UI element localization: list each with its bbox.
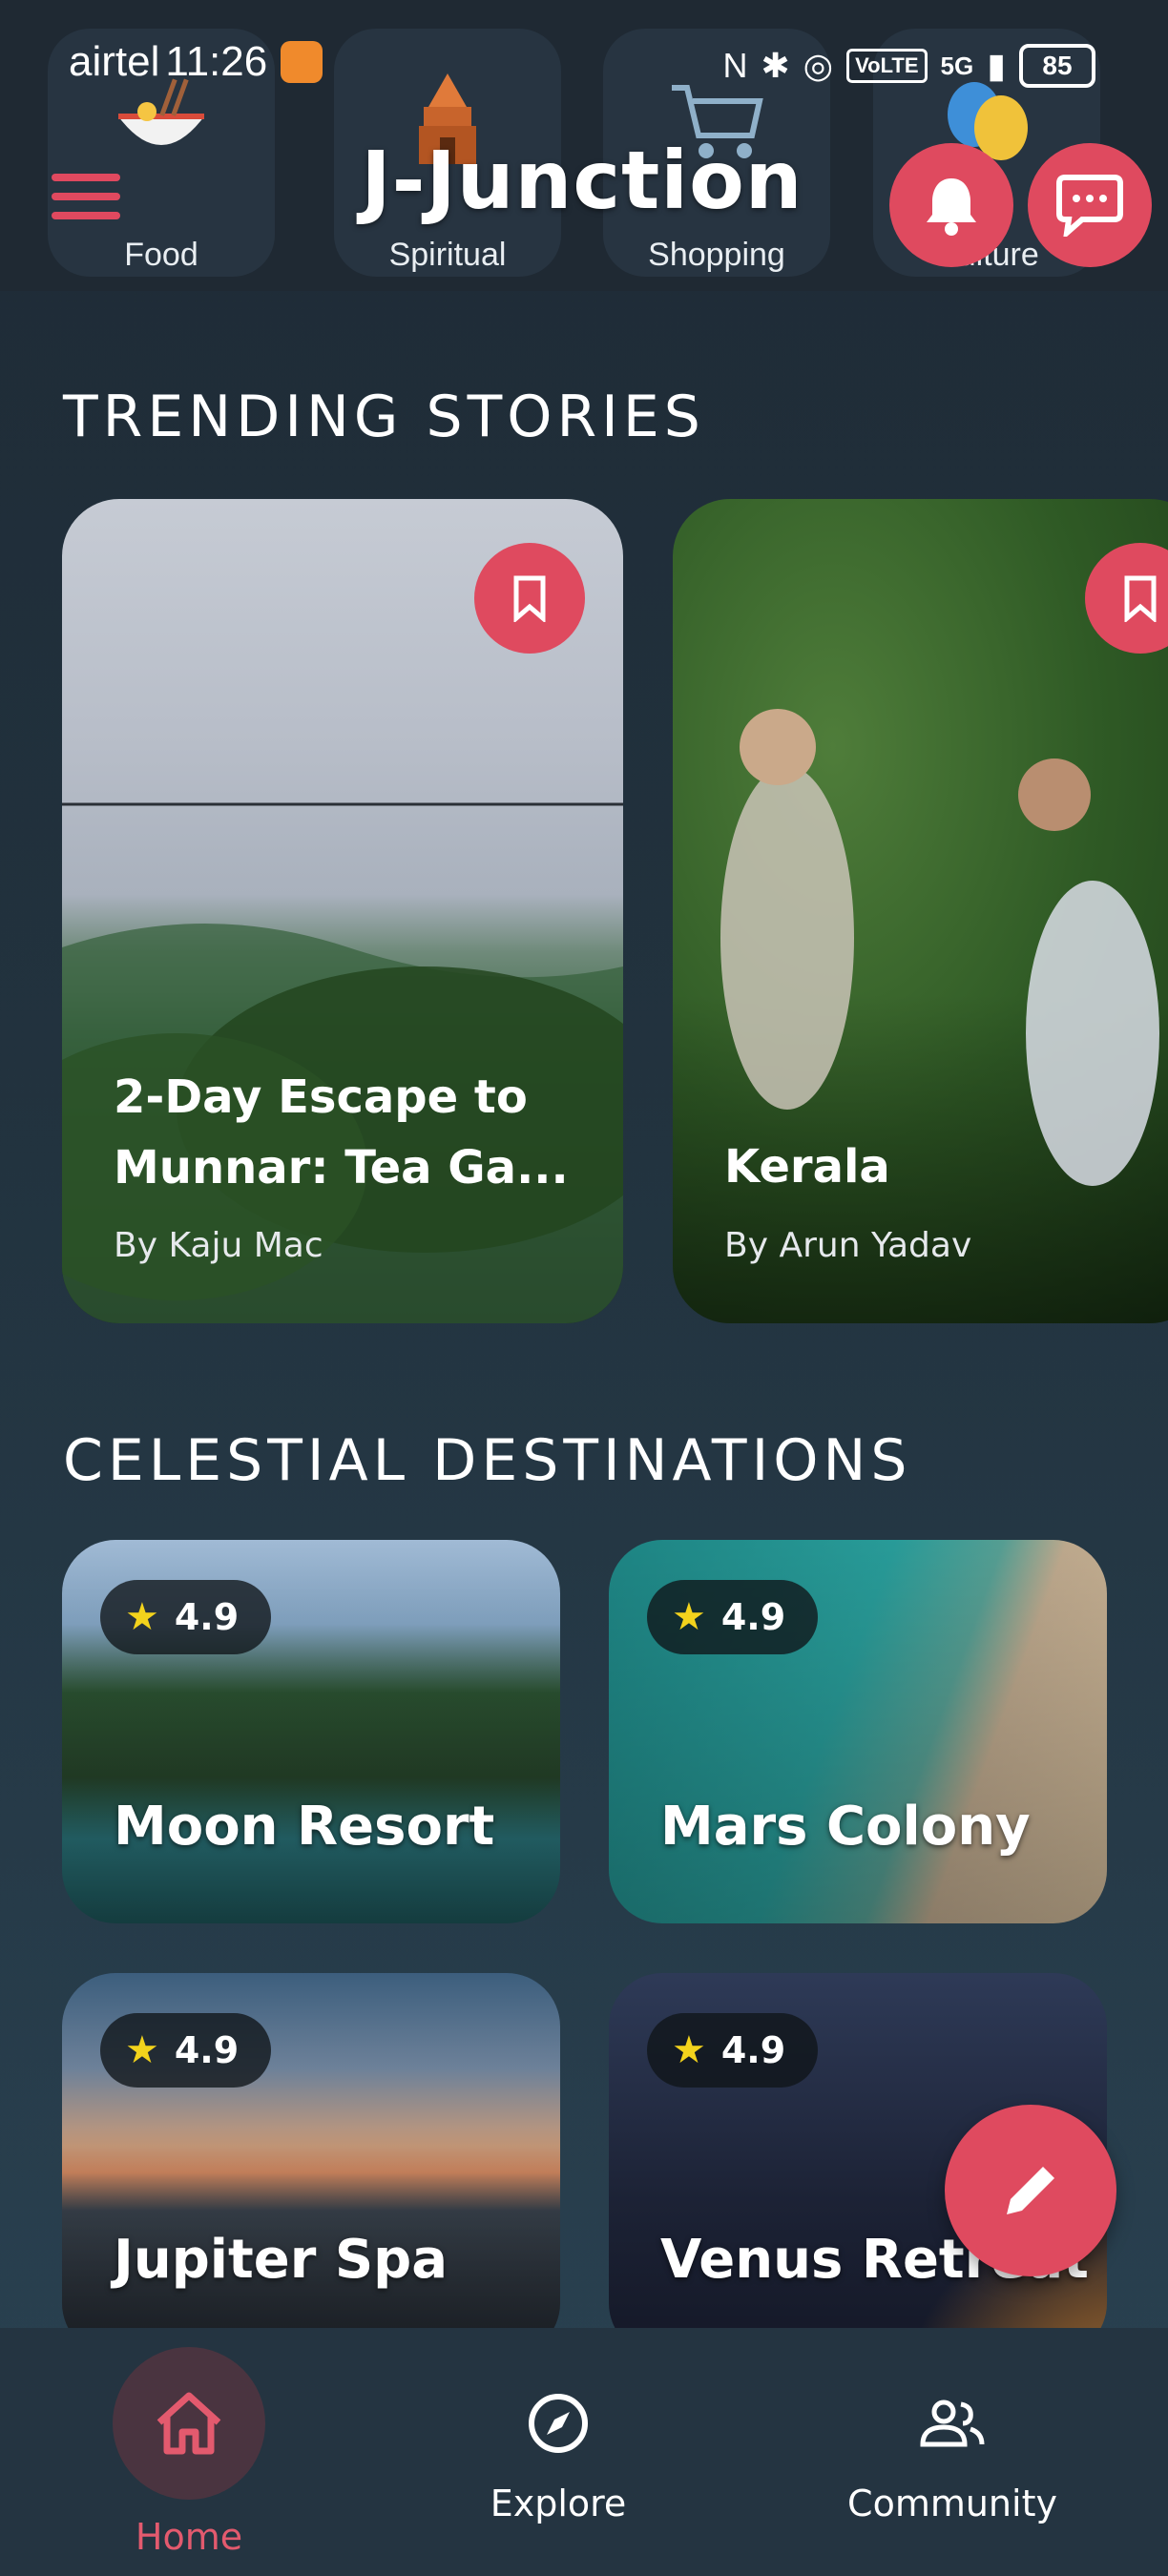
destination-card[interactable]: ★ 4.9 Mars Colony — [609, 1540, 1107, 1923]
rating-badge: ★ 4.9 — [100, 2013, 272, 2088]
nav-label: Home — [135, 2516, 243, 2558]
menu-button[interactable] — [52, 174, 120, 231]
star-icon: ★ — [125, 2028, 159, 2072]
story-card[interactable]: Kerala By Arun Yadav — [673, 499, 1168, 1323]
carrier: airtel — [69, 38, 160, 85]
celestial-destinations-title: CELESTIAL DESTINATIONS — [63, 1427, 912, 1494]
menu-icon-bar — [52, 174, 120, 181]
nav-label: Community — [847, 2483, 1057, 2524]
rating-badge: ★ 4.9 — [100, 1580, 272, 1654]
nav-explore[interactable]: Explore — [415, 2328, 701, 2576]
bookmark-button[interactable] — [474, 543, 585, 654]
bottom-navigation: Home Explore Community — [0, 2328, 1168, 2576]
battery-indicator: 85 — [1019, 44, 1095, 88]
star-icon: ★ — [125, 1595, 159, 1639]
rating-value: 4.9 — [720, 1596, 786, 1638]
status-bar: airtel 11:26 N ✱ ◎ VoLTE 5G ▮ 85 — [0, 38, 1168, 95]
destination-name: Moon Resort — [114, 1796, 495, 1858]
category-label: Spiritual — [388, 237, 507, 273]
home-icon — [156, 2392, 221, 2455]
chat-bubble-icon — [1056, 175, 1123, 237]
clock: 11:26 — [165, 38, 268, 85]
nav-community[interactable]: Community — [809, 2328, 1095, 2576]
destination-name: Jupiter Spa — [114, 2229, 448, 2291]
notifications-button[interactable] — [889, 143, 1013, 267]
category-label: Food — [124, 237, 198, 273]
destination-name: Mars Colony — [660, 1796, 1031, 1858]
menu-icon-bar — [52, 212, 120, 219]
story-card[interactable]: 2-Day Escape to Munnar: Tea Ga... By Kaj… — [62, 499, 623, 1323]
story-author: By Kaju Mac — [114, 1226, 323, 1265]
menu-icon-bar — [52, 193, 120, 200]
rating-value: 4.9 — [174, 1596, 240, 1638]
nav-home[interactable]: Home — [46, 2328, 332, 2576]
network-gen: 5G — [940, 51, 974, 80]
destination-card[interactable]: ★ 4.9 Moon Resort — [62, 1540, 560, 1923]
star-icon: ★ — [672, 2028, 706, 2072]
bookmark-icon — [1124, 575, 1157, 622]
nav-home-icon-wrap — [113, 2347, 265, 2500]
category-label: Shopping — [648, 237, 785, 273]
pencil-icon — [1007, 2167, 1054, 2214]
trending-stories-title: TRENDING STORIES — [63, 384, 705, 450]
rating-badge: ★ 4.9 — [647, 1580, 819, 1654]
rating-value: 4.9 — [720, 2029, 786, 2071]
status-right: N ✱ ◎ VoLTE 5G ▮ 85 — [722, 44, 1095, 88]
create-post-button[interactable] — [945, 2105, 1116, 2276]
signal-icon: ▮ — [987, 46, 1006, 85]
top-header: Food Spiritual Shopping Culture airtel 1… — [0, 0, 1168, 291]
volte-badge: VoLTE — [846, 49, 928, 83]
nfc-icon: N — [722, 46, 748, 85]
nav-label: Explore — [490, 2483, 627, 2524]
bell-icon — [927, 178, 976, 236]
nav-community-icon-wrap — [876, 2347, 1029, 2500]
rating-value: 4.9 — [174, 2029, 240, 2071]
story-author: By Arun Yadav — [724, 1226, 972, 1265]
chat-button[interactable] — [1028, 143, 1152, 267]
bookmark-icon — [513, 575, 546, 622]
nav-explore-icon-wrap — [482, 2347, 635, 2500]
people-icon — [920, 2399, 985, 2447]
rating-badge: ★ 4.9 — [647, 2013, 819, 2088]
story-title: Kerala — [724, 1140, 890, 1194]
star-icon: ★ — [672, 1595, 706, 1639]
story-title: 2-Day Escape to Munnar: Tea Ga... — [114, 1070, 569, 1195]
status-left: airtel 11:26 — [69, 38, 323, 86]
app-notification-icon — [281, 41, 323, 83]
compass-icon — [529, 2394, 588, 2453]
bluetooth-icon: ✱ — [761, 46, 790, 85]
app-title: J-Junction — [361, 134, 803, 227]
destination-card[interactable]: ★ 4.9 Jupiter Spa — [62, 1973, 560, 2357]
hotspot-icon: ◎ — [803, 46, 834, 85]
